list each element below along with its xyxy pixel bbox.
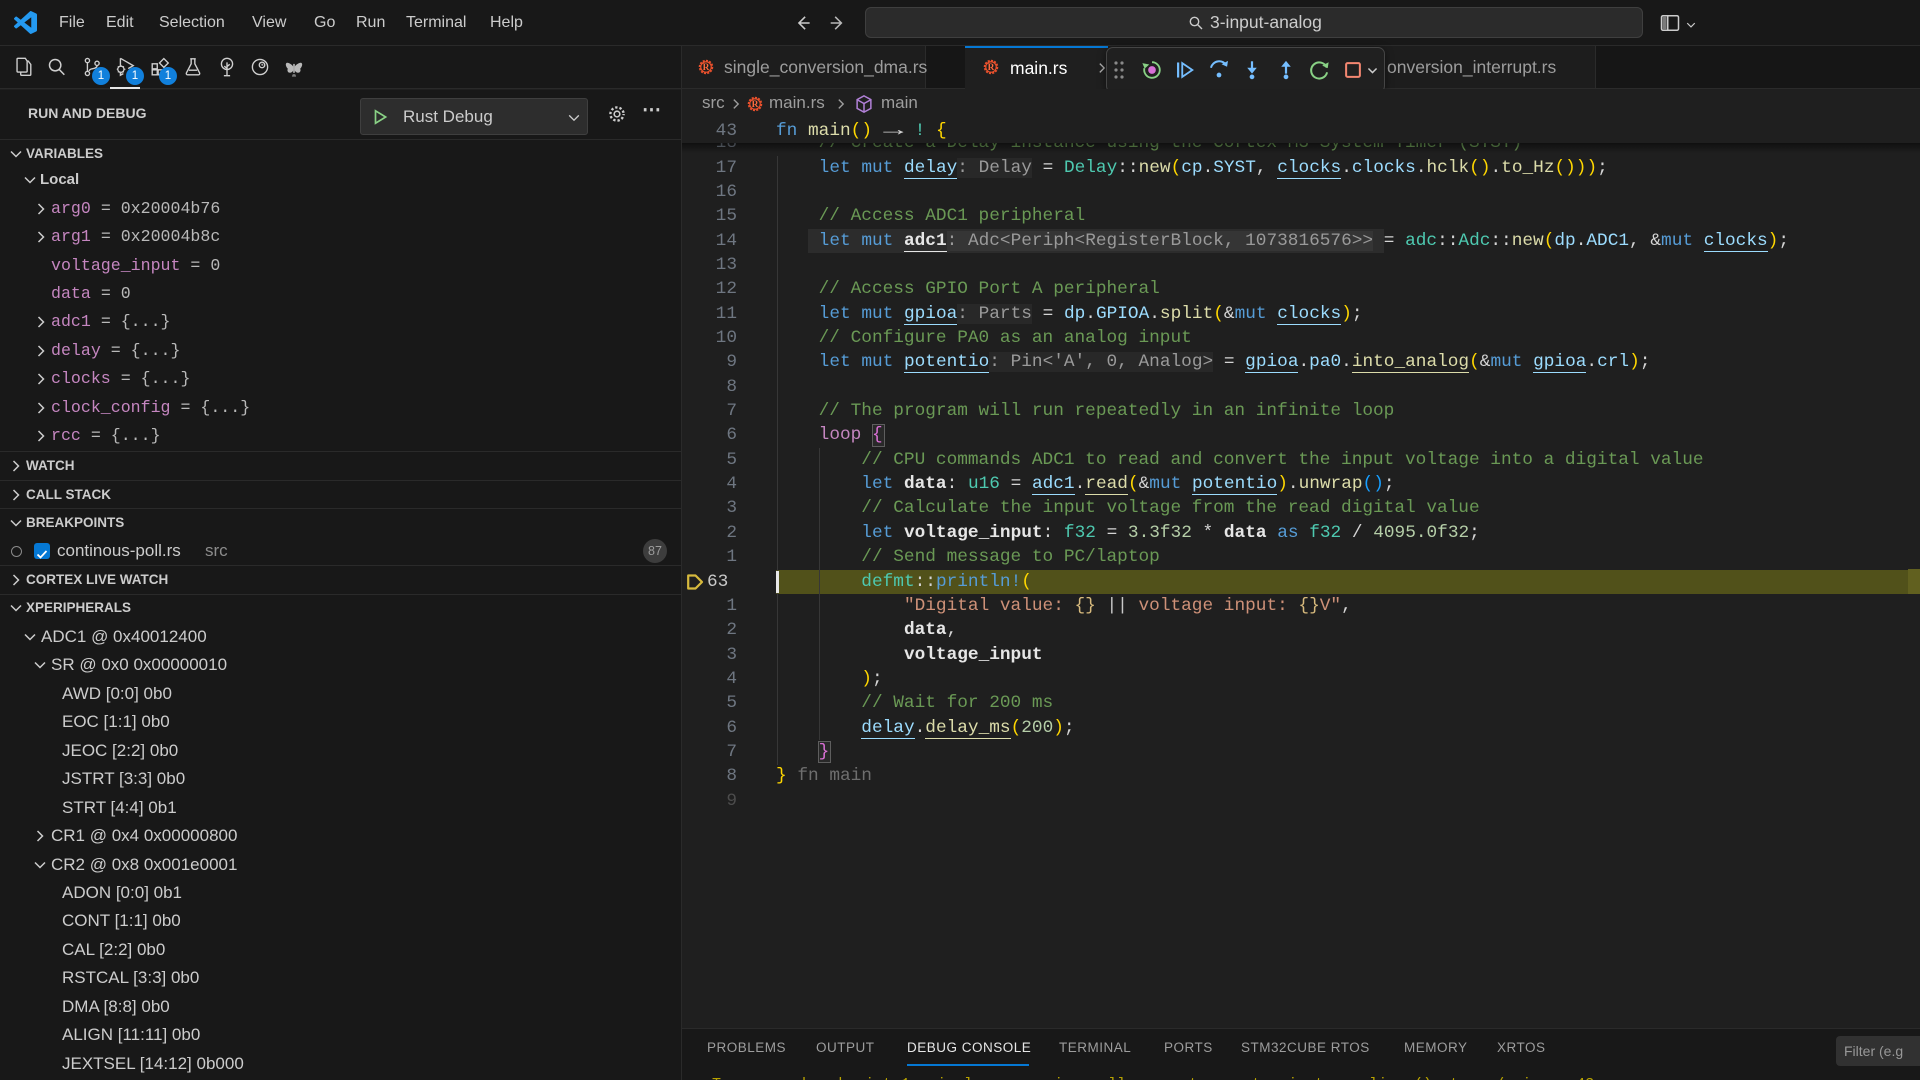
svg-text:R: R [988, 63, 995, 73]
svg-text:R: R [752, 100, 759, 110]
svg-text:R: R [703, 63, 710, 73]
